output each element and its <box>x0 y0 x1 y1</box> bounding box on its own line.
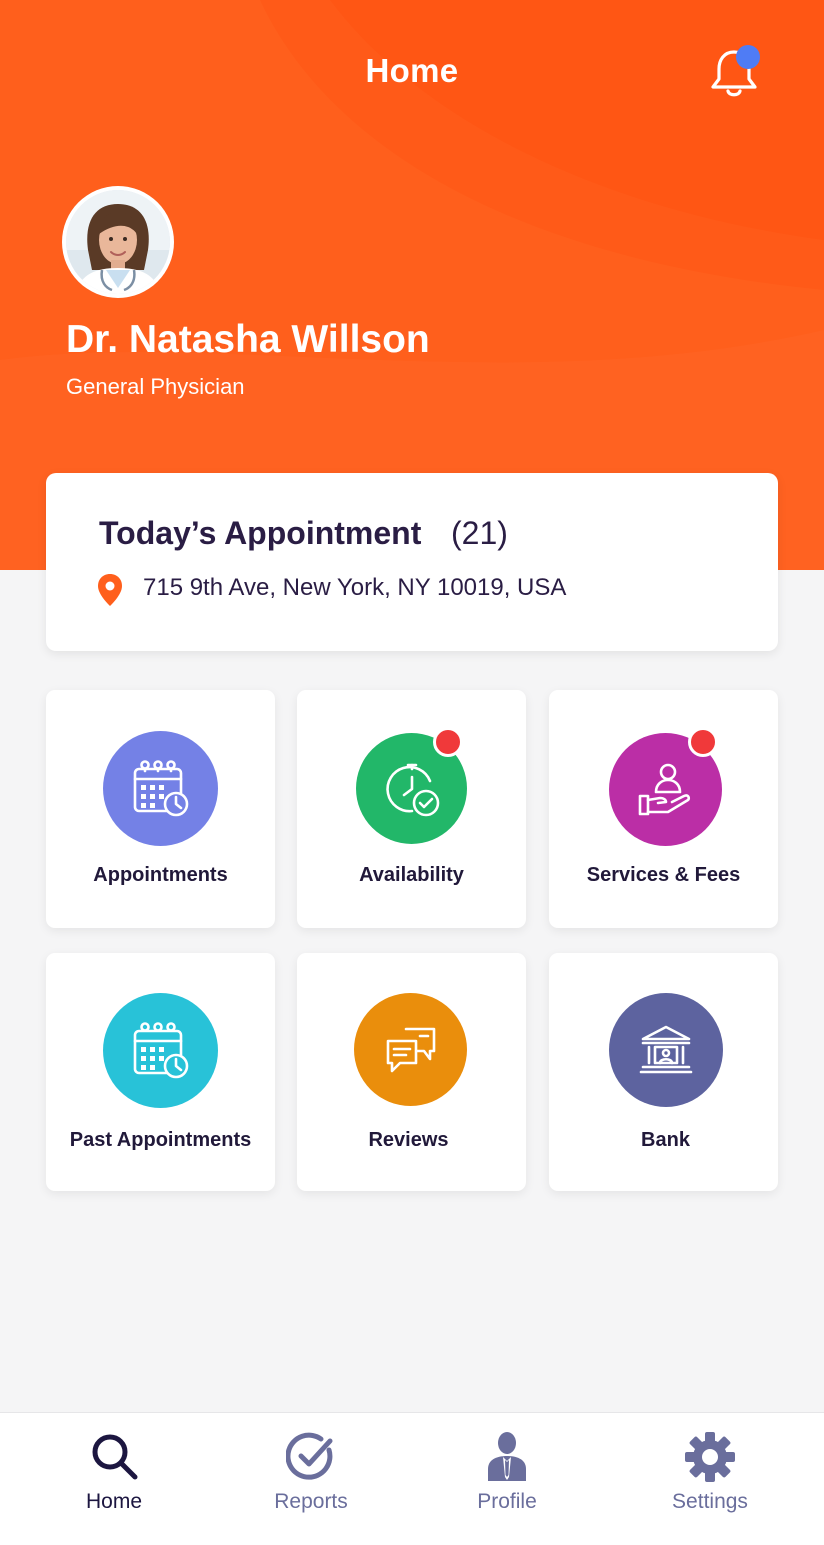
tile-reviews[interactable]: Reviews <box>297 953 526 1191</box>
doctor-portrait <box>66 190 170 294</box>
tile-label: Past Appointments <box>69 1129 252 1151</box>
avatar[interactable] <box>62 186 174 298</box>
nav-label-profile: Profile <box>477 1490 537 1513</box>
calendar-clock-icon <box>133 1021 188 1078</box>
services-notification-badge <box>688 727 718 757</box>
nav-item-home[interactable]: Home <box>34 1413 194 1545</box>
search-icon <box>92 1434 138 1480</box>
check-circle-icon <box>286 1432 333 1480</box>
location-pin-icon <box>98 574 122 606</box>
hand-person-icon <box>638 763 690 815</box>
todays-appointment-card[interactable]: Today’s Appointment (21) 715 9th Ave, Ne… <box>46 473 778 651</box>
calendar-clock-icon <box>133 759 188 816</box>
tile-label: Reviews <box>368 1129 449 1151</box>
tile-availability[interactable]: Availability <box>297 690 526 928</box>
reviews-icon-circle <box>354 993 467 1106</box>
notification-dot <box>736 45 760 69</box>
appointment-title: Today’s Appointment <box>99 515 422 551</box>
person-icon <box>488 1432 526 1481</box>
tile-services-fees[interactable]: Services & Fees <box>549 690 778 928</box>
tile-label: Services & Fees <box>586 864 741 886</box>
home-screen: Home Dr. Natasha Willson General Physici… <box>0 0 824 1545</box>
bank-icon <box>639 1025 693 1074</box>
tile-label: Availability <box>359 864 464 886</box>
tile-label: Appointments <box>93 864 228 886</box>
appointments-icon-circle <box>103 731 218 846</box>
tile-appointments[interactable]: Appointments <box>46 690 275 928</box>
tile-past-appointments[interactable]: Past Appointments <box>46 953 275 1191</box>
availability-notification-badge <box>433 727 463 757</box>
appointment-address: 715 9th Ave, New York, NY 10019, USA <box>143 574 567 601</box>
gear-icon <box>685 1432 735 1482</box>
nav-label-home: Home <box>85 1490 143 1513</box>
doctor-specialty: General Physician <box>66 374 245 399</box>
appointment-count: (21) <box>451 515 508 551</box>
bank-icon-circle <box>609 993 723 1107</box>
clock-check-icon <box>385 763 439 816</box>
nav-item-settings[interactable]: Settings <box>630 1413 790 1545</box>
past-appointments-icon-circle <box>103 993 218 1108</box>
page-title: Home <box>365 52 459 89</box>
doctor-name: Dr. Natasha Willson <box>66 318 430 361</box>
chat-bubbles-icon <box>386 1027 435 1072</box>
nav-label-reports: Reports <box>274 1490 348 1513</box>
nav-item-profile[interactable]: Profile <box>427 1413 587 1545</box>
tile-label: Bank <box>641 1129 690 1151</box>
bottom-nav: Home Reports Profile Settings <box>0 1412 824 1545</box>
nav-item-reports[interactable]: Reports <box>231 1413 391 1545</box>
tile-bank[interactable]: Bank <box>549 953 778 1191</box>
nav-label-settings: Settings <box>672 1490 748 1513</box>
